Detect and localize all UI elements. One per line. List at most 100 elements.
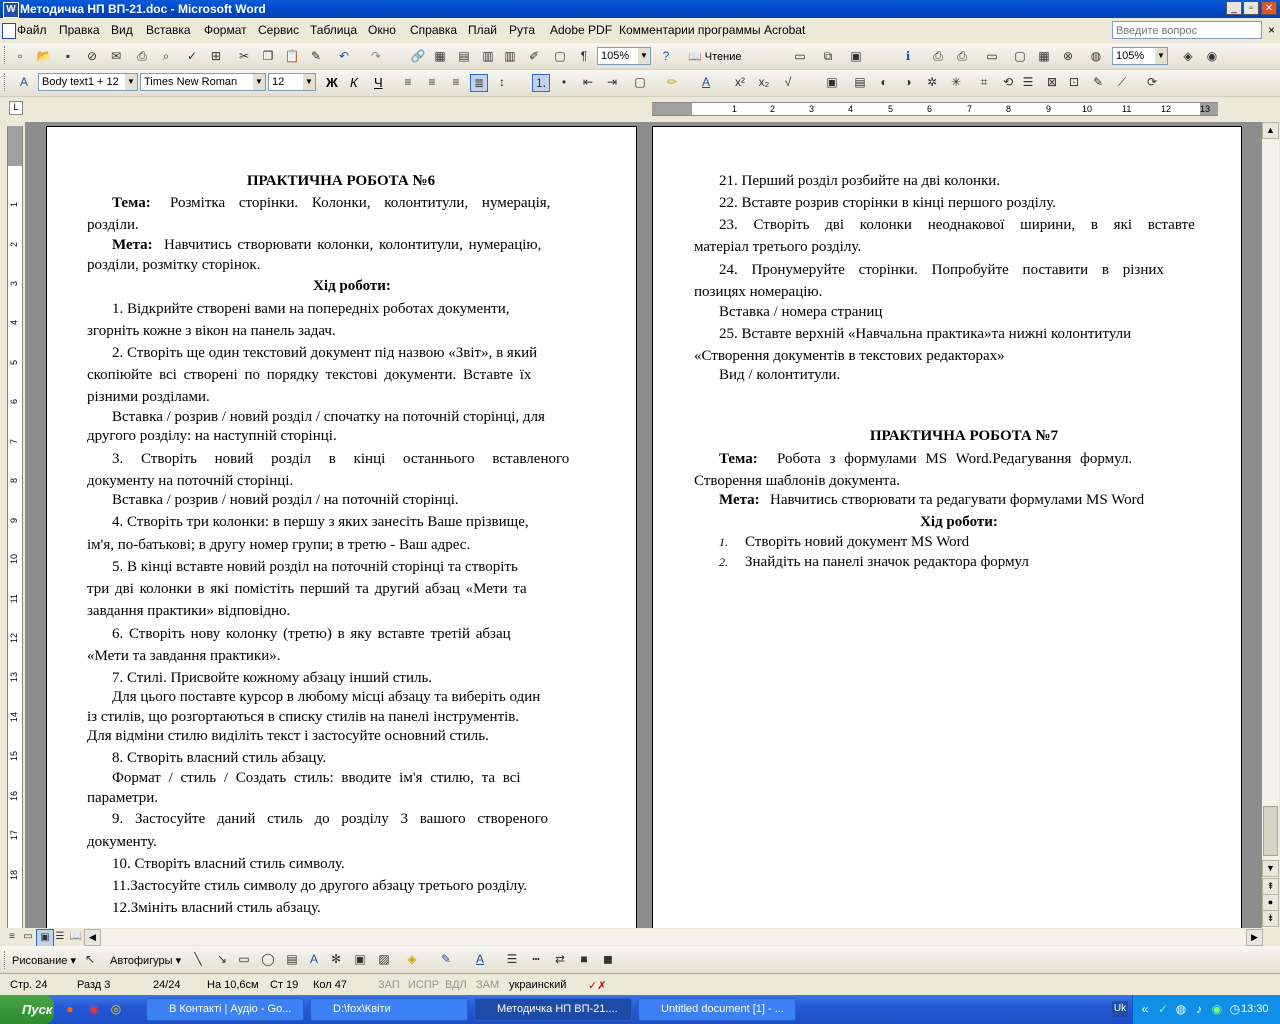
horizontal-ruler[interactable]: 1 2 3 4 5 6 7 8 9 10 11 12 13 — [652, 102, 1218, 116]
ask-question-input[interactable]: Введите вопрос — [1112, 21, 1262, 39]
subscript-icon[interactable]: x₂ — [756, 74, 772, 90]
brightness-up-icon[interactable]: ✲ — [924, 74, 940, 90]
taskbar-vkontakte[interactable]: В Контакті | Аудіо - Go... — [146, 998, 304, 1021]
word-app-icon[interactable]: W — [3, 2, 19, 18]
vertical-ruler[interactable]: 1 2 3 4 5 6 7 8 9 10 11 12 13 14 15 16 1… — [7, 126, 23, 928]
email-icon[interactable]: ✉ — [108, 48, 124, 64]
tray-volume-icon[interactable]: ♪ — [1191, 1001, 1207, 1017]
copy-icon[interactable]: ❐ — [260, 48, 276, 64]
draw-font-color-icon[interactable]: A — [472, 951, 488, 967]
document-map-icon[interactable]: ▢ — [552, 48, 568, 64]
pdf-icon[interactable]: ◈ — [1180, 48, 1196, 64]
numbering-icon[interactable]: ⒈ — [532, 74, 550, 92]
firefox-icon[interactable]: ● — [62, 1001, 78, 1017]
show-hide-icon[interactable]: ¶ — [576, 48, 592, 64]
menu-plai[interactable]: Плай — [468, 23, 497, 37]
spelling-icon[interactable]: ✓ — [184, 48, 200, 64]
pdf-mail-icon[interactable]: ◉ — [1204, 48, 1220, 64]
menu-insert[interactable]: Вставка — [146, 23, 191, 37]
line-color-icon[interactable]: ✎ — [438, 951, 454, 967]
spelling-status-icon[interactable]: ✓✗ — [588, 979, 606, 992]
decrease-indent-icon[interactable]: ⇤ — [580, 74, 596, 90]
close-button[interactable]: ✕ — [1261, 1, 1277, 15]
diagram-icon[interactable]: ✻ — [328, 951, 344, 967]
superscript-icon[interactable]: x² — [732, 74, 748, 90]
picture-tool-icon[interactable]: ▤ — [852, 74, 868, 90]
increase-indent-icon[interactable]: ⇥ — [604, 74, 620, 90]
line-spacing-icon[interactable]: ↕ — [494, 74, 510, 90]
bold-button[interactable]: Ж — [326, 75, 338, 90]
horizontal-scrollbar[interactable] — [101, 929, 1246, 945]
screen-icon[interactable]: ▭ — [984, 48, 1000, 64]
start-button[interactable]: Пуск — [0, 995, 54, 1024]
globe-icon[interactable]: ◍ — [1088, 48, 1104, 64]
scroll-right-button[interactable]: ▶ — [1246, 929, 1263, 946]
link-icon[interactable]: ⊗ — [1060, 48, 1076, 64]
font-size-combo[interactable]: 12 ▼ — [268, 73, 316, 91]
clipart-icon[interactable]: ▣ — [352, 951, 368, 967]
help-icon[interactable]: ? — [658, 48, 674, 64]
redo-icon[interactable]: ↷ — [368, 48, 384, 64]
line-style2-icon[interactable]: ☰ — [504, 951, 520, 967]
status-ovr[interactable]: ЗАМ — [476, 979, 499, 991]
maximize-button[interactable]: ▫ — [1243, 1, 1259, 15]
menu-adobe-pdf[interactable]: Adobe PDF — [550, 23, 612, 37]
3d-icon[interactable]: ◼ — [600, 951, 616, 967]
web-view-icon[interactable]: ▭ — [20, 929, 36, 945]
minimize-button[interactable]: _ — [1226, 1, 1242, 15]
scroll-down-button[interactable]: ▼ — [1262, 860, 1279, 877]
compress-icon[interactable]: ⊠ — [1044, 74, 1060, 90]
rectangle-icon[interactable]: ▭ — [236, 951, 252, 967]
title-bar[interactable]: W Методичка НП ВП-21.doc - Microsoft Wor… — [0, 0, 1280, 18]
menu-file[interactable]: Файл — [17, 23, 47, 37]
status-ext[interactable]: ВДЛ — [445, 979, 467, 991]
insert-comment-icon[interactable]: ▣ — [848, 48, 864, 64]
cut-icon[interactable]: ✂ — [236, 48, 252, 64]
select-objects-icon[interactable]: ↖ — [82, 951, 98, 967]
zoom-combo[interactable]: 105% ▼ — [597, 47, 651, 65]
tray-antivirus-icon[interactable]: ◉ — [1209, 1001, 1225, 1017]
transparency-icon[interactable]: ⟋ — [1114, 74, 1130, 90]
text-wrap-icon[interactable]: ⊡ — [1066, 74, 1082, 90]
menu-acrobat-comments[interactable]: Комментарии программы Acrobat — [619, 23, 805, 37]
dash-style-icon[interactable]: ┅ — [528, 951, 544, 967]
status-trk[interactable]: ИСПР — [408, 979, 439, 991]
brightness-down-icon[interactable]: ✳ — [948, 74, 964, 90]
page-left[interactable]: ПРАКТИЧНА РОБОТА №6 Тема: Розмітка сторі… — [46, 126, 637, 928]
print-preview-icon[interactable]: ⌕ — [158, 48, 174, 64]
align-right-icon[interactable]: ≡ — [448, 74, 464, 90]
zoom2-combo[interactable]: 105% ▼ — [1112, 47, 1168, 65]
compare-icon[interactable]: ⧉ — [820, 48, 836, 64]
oval-icon[interactable]: ◯ — [260, 951, 276, 967]
print-icon[interactable]: ⎙ — [134, 48, 150, 64]
bullets-icon[interactable]: • — [556, 74, 572, 90]
menu-tools[interactable]: Сервис — [258, 23, 299, 37]
arrow-icon[interactable]: ↘ — [214, 951, 230, 967]
menu-view[interactable]: Вид — [111, 23, 133, 37]
font-combo[interactable]: Times New Roman ▼ — [140, 73, 266, 91]
document-area[interactable]: ПРАКТИЧНА РОБОТА №6 Тема: Розмітка сторі… — [25, 122, 1262, 928]
align-center-icon[interactable]: ≡ — [424, 74, 440, 90]
menu-format[interactable]: Формат — [204, 23, 247, 37]
undo-icon[interactable]: ↶ — [336, 48, 352, 64]
borders-icon[interactable]: ▢ — [632, 74, 648, 90]
opera-icon[interactable]: ◉ — [86, 1001, 102, 1017]
format-painter-icon[interactable]: ✎ — [308, 48, 324, 64]
open-icon[interactable]: 📂 — [36, 48, 52, 64]
previous-page-button[interactable]: ⇞ — [1262, 878, 1279, 895]
line-icon[interactable]: ╲ — [190, 951, 206, 967]
shadow-icon[interactable]: ■ — [576, 951, 592, 967]
font-color-icon[interactable]: A — [698, 74, 714, 90]
autoshapes-menu[interactable]: Автофигуры ▾ — [110, 954, 181, 967]
select-browse-object-button[interactable]: ● — [1262, 894, 1279, 911]
insert-excel-icon[interactable]: ▥ — [480, 48, 496, 64]
normal-view-icon[interactable]: ≡ — [4, 929, 20, 945]
menu-help[interactable]: Справка — [410, 23, 457, 37]
chrome-icon[interactable]: ◎ — [108, 1001, 124, 1017]
menu-window[interactable]: Окно — [368, 23, 396, 37]
language-indicator[interactable]: Uk — [1112, 1001, 1128, 1017]
vertical-scrollbar[interactable]: ▲ ▼ ⇞ ● ⇟ — [1262, 122, 1279, 928]
equation-icon[interactable]: √ — [780, 74, 796, 90]
insert-picture-icon[interactable]: ▣ — [824, 74, 840, 90]
columns-icon[interactable]: ▥ — [502, 48, 518, 64]
